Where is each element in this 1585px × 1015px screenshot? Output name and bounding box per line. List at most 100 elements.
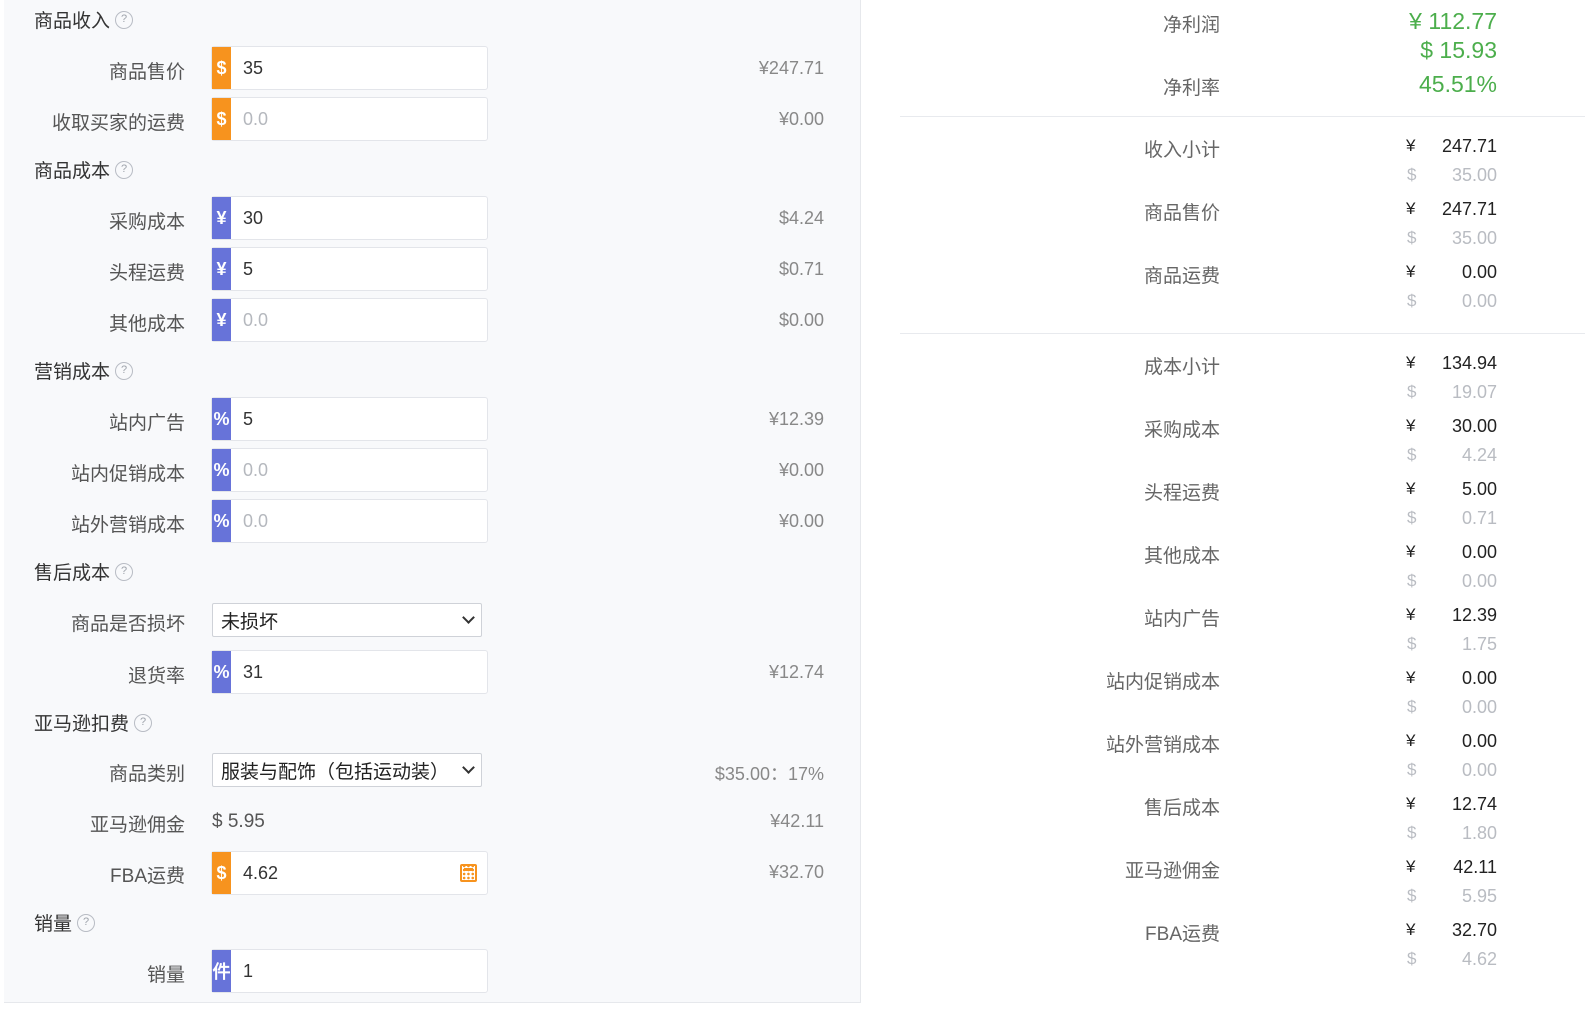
dollar-symbol: $ (1407, 949, 1417, 968)
summary-item-usd: 1.80 (1461, 823, 1497, 843)
damaged-select[interactable]: 未损坏 (212, 603, 482, 637)
summary-item-label: 站外营销成本 (1105, 735, 1220, 756)
dollar-symbol: $ (1407, 634, 1417, 653)
net-margin-value: 45.51% (1418, 71, 1497, 97)
summary-item-usd: 35.00 (1451, 165, 1497, 185)
summary-item-cny: 247.71 (1441, 199, 1497, 219)
other-cost-label: 其他成本 (108, 314, 185, 335)
buyer-shipping-field: $ (211, 97, 488, 141)
help-icon[interactable]: ? (115, 160, 134, 179)
calculator-form: 商品收入? 商品售价 $ ¥247.71 收取买家的运费 $ ¥0.00 商品成… (4, 0, 861, 1003)
summary-item-usd: 5.95 (1461, 886, 1497, 906)
summary-item-cny: 12.74 (1451, 794, 1497, 814)
purchase-cost-input[interactable] (231, 197, 487, 239)
quantity-field: 件 (211, 949, 488, 993)
first-leg-field: ¥ (211, 247, 488, 291)
category-selected-value: 服装与配饰（包括运动装） (221, 761, 450, 783)
summary-item-usd: 0.00 (1461, 760, 1497, 780)
summary-item-label: 商品售价 (1143, 203, 1220, 224)
onsite-ads-input[interactable] (231, 398, 487, 440)
dollar-symbol: $ (1407, 508, 1417, 527)
fba-fee-field: $ (211, 851, 488, 895)
yuan-symbol: ¥ (1406, 605, 1416, 624)
onsite-ads-field: % (211, 397, 488, 441)
calculator-icon[interactable] (460, 864, 477, 882)
sale-price-input[interactable] (231, 47, 487, 89)
onsite-promo-input[interactable] (231, 449, 487, 491)
divider (900, 116, 1585, 117)
section-title-income: 商品收入? (34, 6, 134, 33)
offsite-marketing-label: 站外营销成本 (70, 515, 185, 536)
onsite-ads-label: 站内广告 (108, 413, 185, 434)
category-select[interactable]: 服装与配饰（包括运动装） (212, 753, 482, 787)
yuan-symbol: ¥ (1406, 857, 1416, 876)
purchase-cost-label: 采购成本 (108, 212, 185, 233)
fba-fee-converted: ¥32.70 (768, 862, 824, 882)
percent-addon: % (212, 449, 231, 491)
yuan-addon: ¥ (212, 248, 231, 290)
buyer-shipping-converted: ¥0.00 (778, 109, 824, 129)
dollar-symbol: $ (1407, 760, 1417, 779)
help-icon[interactable]: ? (115, 10, 134, 29)
onsite-promo-field: % (211, 448, 488, 492)
divider (900, 333, 1585, 334)
summary-item-label: FBA运费 (1145, 924, 1220, 945)
other-cost-field: ¥ (211, 298, 488, 342)
summary-item-usd: 4.24 (1461, 445, 1497, 465)
dollar-symbol: $ (1407, 291, 1417, 310)
summary-item-cny: 247.71 (1441, 136, 1497, 156)
summary-item-cny: 0.00 (1461, 542, 1497, 562)
dollar-addon: $ (212, 98, 231, 140)
help-icon[interactable]: ? (134, 713, 153, 732)
help-icon[interactable]: ? (77, 913, 96, 932)
first-leg-input[interactable] (231, 248, 487, 290)
yuan-symbol: ¥ (1406, 199, 1416, 218)
chevron-down-icon (462, 611, 475, 624)
net-profit-label: 净利润 (1162, 15, 1220, 36)
purchase-cost-field: ¥ (211, 196, 488, 240)
summary-item-label: 站内促销成本 (1105, 672, 1220, 693)
fba-fee-input[interactable] (231, 852, 487, 894)
section-title-cost: 商品成本? (34, 156, 134, 183)
summary-item-usd: 35.00 (1451, 228, 1497, 248)
first-leg-label: 头程运费 (108, 263, 185, 284)
net-profit-cny: ¥ 112.77 (1409, 8, 1497, 34)
buyer-shipping-input[interactable] (231, 98, 487, 140)
offsite-marketing-field: % (211, 499, 488, 543)
net-margin-label: 净利率 (1162, 78, 1220, 99)
first-leg-converted: $0.71 (778, 259, 824, 279)
dollar-symbol: $ (1407, 382, 1417, 401)
summary-item-usd: 4.62 (1461, 949, 1497, 969)
summary-item-usd: 0.00 (1461, 697, 1497, 717)
summary-item-usd: 0.00 (1461, 571, 1497, 591)
help-icon[interactable]: ? (115, 361, 134, 380)
return-rate-field: % (211, 650, 488, 694)
return-rate-converted: ¥12.74 (768, 662, 824, 682)
yuan-symbol: ¥ (1406, 794, 1416, 813)
yuan-symbol: ¥ (1406, 136, 1416, 155)
help-icon[interactable]: ? (115, 562, 134, 581)
return-rate-label: 退货率 (127, 666, 185, 687)
category-label: 商品类别 (108, 764, 185, 785)
section-title-marketing: 营销成本? (34, 357, 134, 384)
summary-item-cny: 12.39 (1451, 605, 1497, 625)
dollar-symbol: $ (1407, 697, 1417, 716)
sale-price-converted: ¥247.71 (758, 58, 824, 78)
section-title-amazon-fees: 亚马逊扣费? (34, 709, 153, 736)
fba-fee-label: FBA运费 (110, 866, 185, 887)
offsite-marketing-converted: ¥0.00 (778, 511, 824, 531)
summary-item-usd: 0.00 (1461, 291, 1497, 311)
quantity-input[interactable] (231, 950, 487, 992)
percent-addon: % (212, 500, 231, 542)
dollar-symbol: $ (1407, 886, 1417, 905)
commission-converted: ¥42.11 (770, 811, 824, 831)
commission-value: $ 5.95 (212, 811, 265, 832)
return-rate-input[interactable] (231, 651, 487, 693)
other-cost-input[interactable] (231, 299, 487, 341)
yuan-symbol: ¥ (1406, 416, 1416, 435)
summary-item-label: 商品运费 (1143, 266, 1220, 287)
onsite-promo-converted: ¥0.00 (778, 460, 824, 480)
offsite-marketing-input[interactable] (231, 500, 487, 542)
net-profit-usd: $ 15.93 (1420, 37, 1497, 63)
damaged-label: 商品是否损坏 (70, 614, 185, 635)
